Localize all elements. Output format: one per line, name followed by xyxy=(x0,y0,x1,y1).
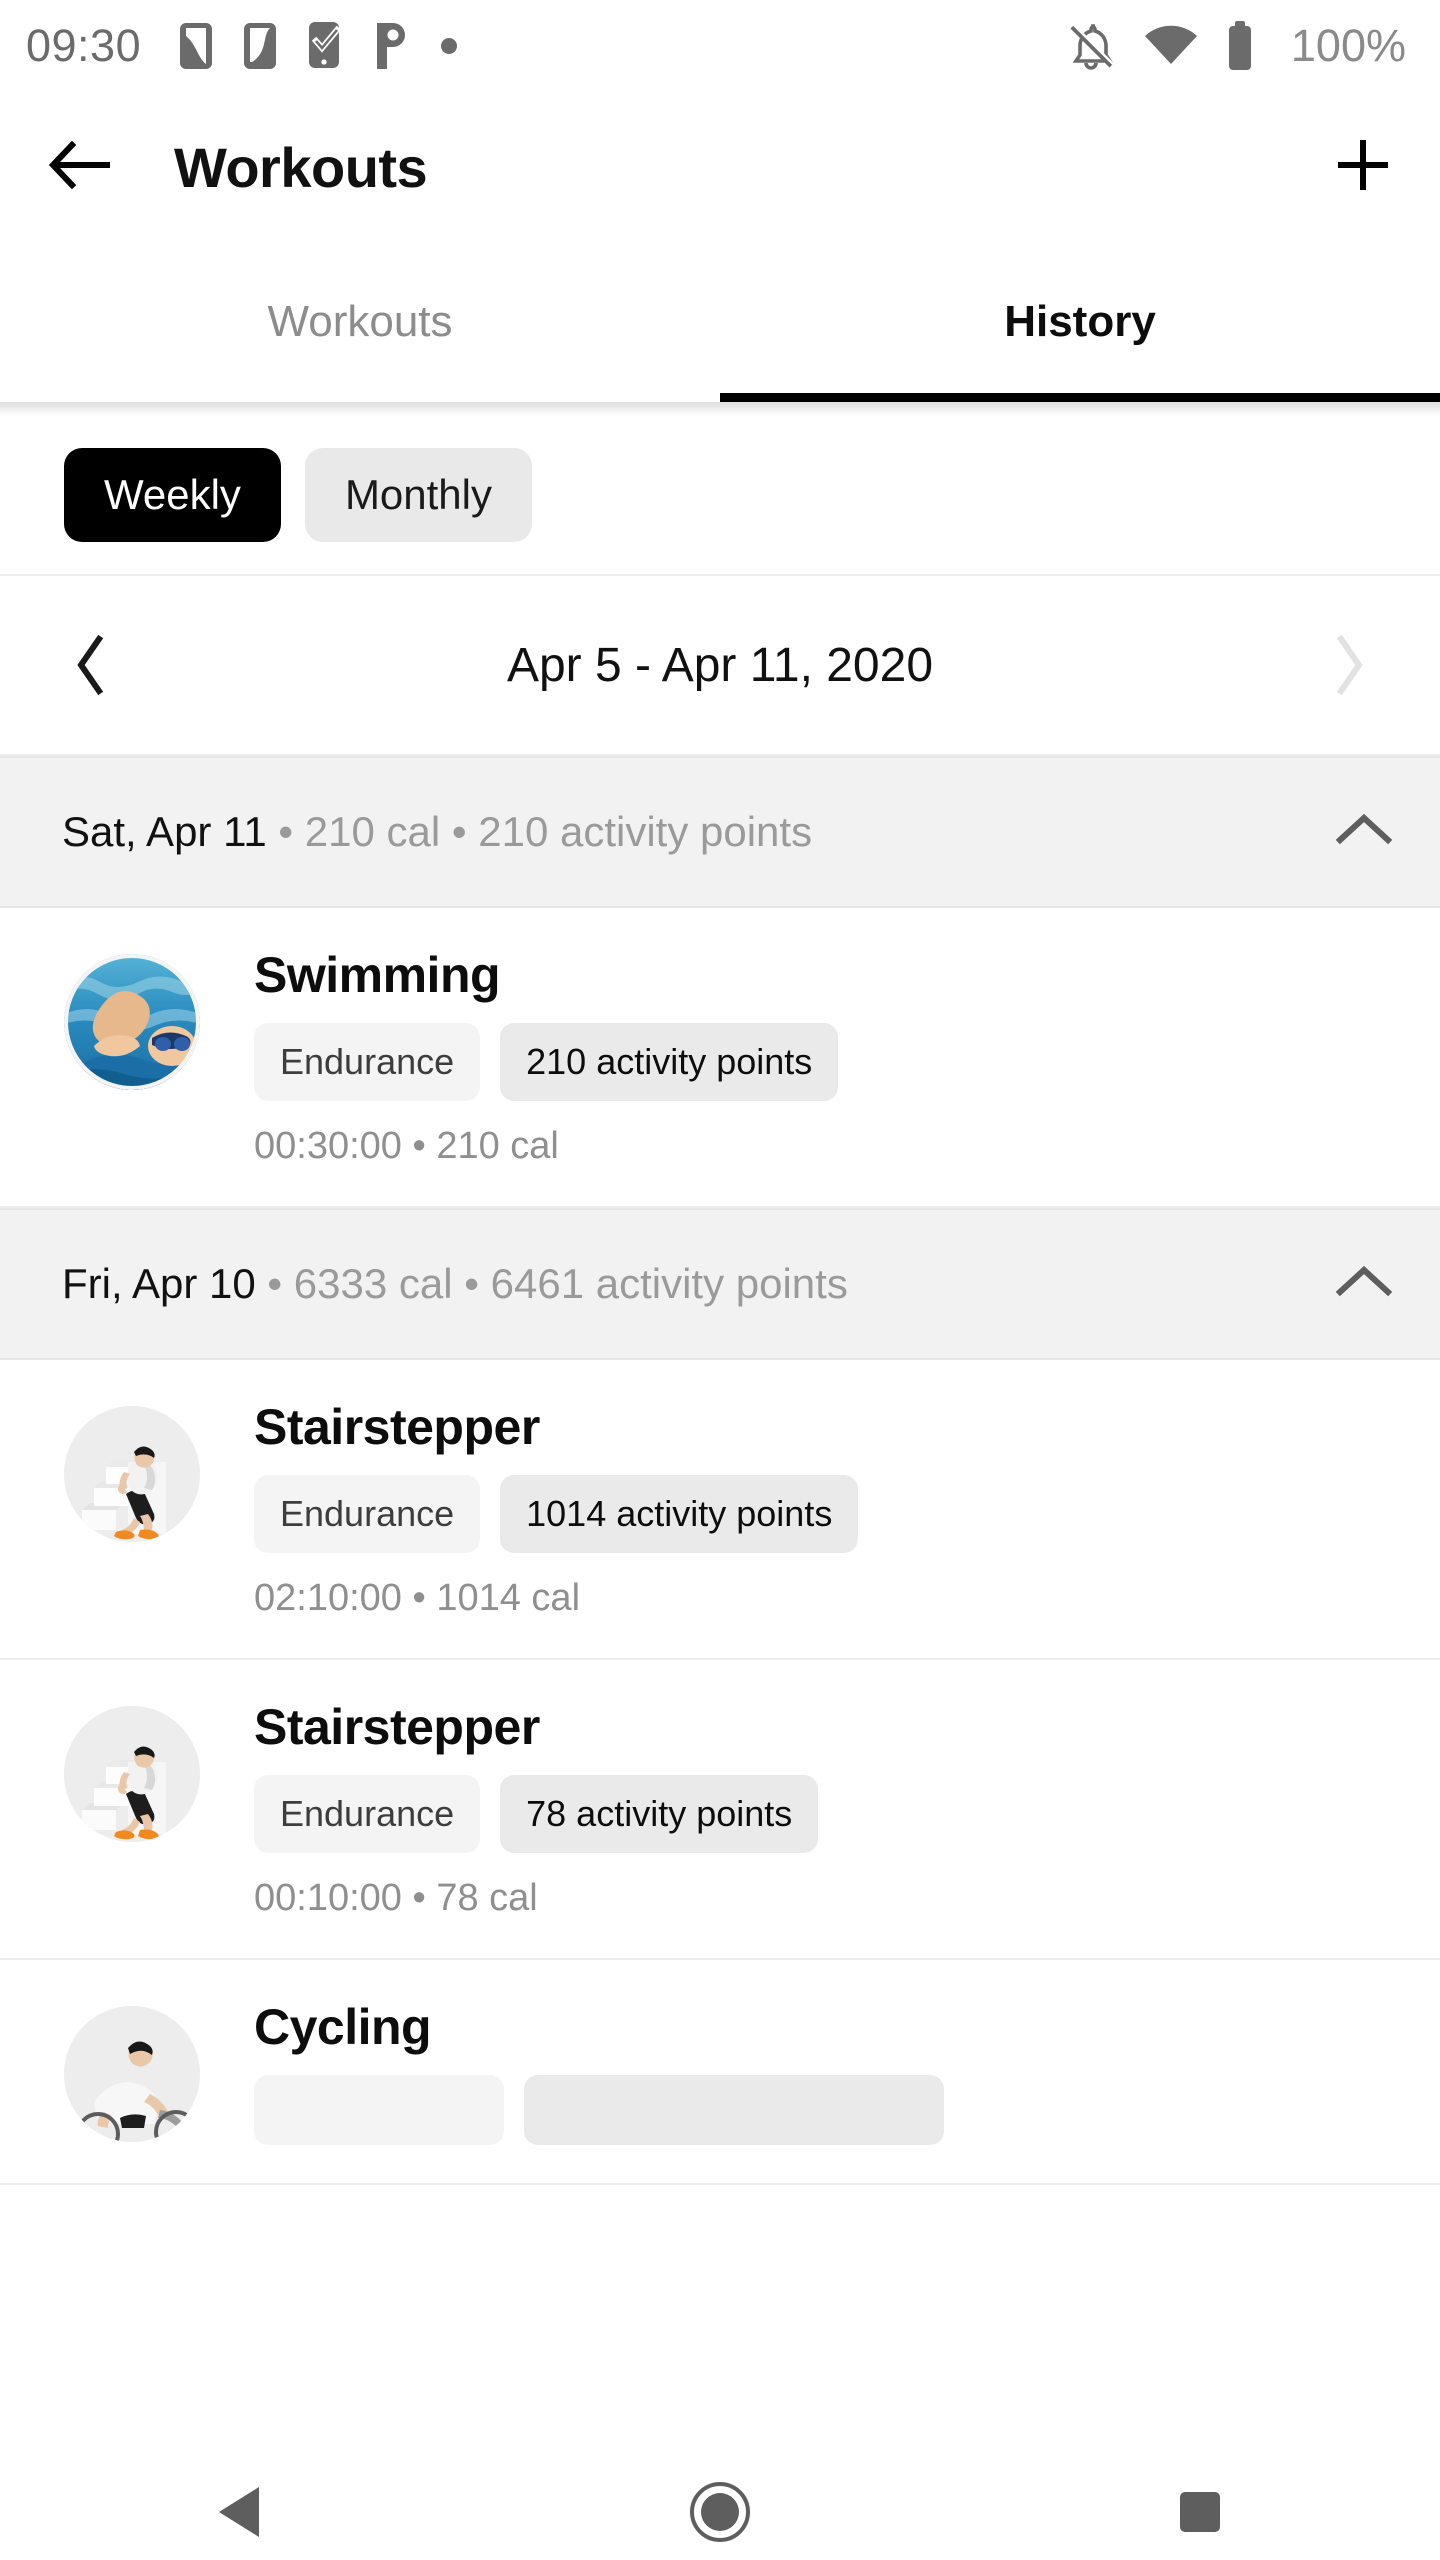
active-tab-indicator xyxy=(720,393,1440,402)
period-option-weekly-label: Weekly xyxy=(104,471,241,518)
workout-title: Cycling xyxy=(254,1999,432,2055)
tab-workouts[interactable]: Workouts xyxy=(0,242,720,402)
chevron-up-icon xyxy=(1335,1265,1393,1296)
workout-chip-group: Endurance 1014 activity points xyxy=(254,1475,1392,1553)
period-toggle-group: Weekly Monthly xyxy=(0,416,1440,576)
day-date-label: Fri, Apr 10 xyxy=(62,1259,256,1307)
period-option-monthly-label: Monthly xyxy=(344,471,492,518)
notifications-off-icon xyxy=(1070,24,1114,70)
workout-row[interactable]: Stairstepper Endurance 78 activity point… xyxy=(0,1660,1440,1960)
workout-category-chip[interactable]: Endurance xyxy=(254,1475,481,1553)
page-title: Workouts xyxy=(174,135,428,199)
workout-details: Stairstepper Endurance 78 activity point… xyxy=(254,1700,1392,1920)
day-header[interactable]: Fri, Apr 10 • 6333 cal • 6461 activity p… xyxy=(0,1208,1440,1360)
day-collapse-button[interactable] xyxy=(1332,1262,1396,1307)
dot-icon xyxy=(441,38,458,54)
day-header-text: Sat, Apr 11 • 210 cal • 210 activity poi… xyxy=(62,807,1332,857)
nav-back-button[interactable] xyxy=(140,2483,340,2541)
period-option-monthly[interactable]: Monthly xyxy=(304,448,532,542)
add-workout-button[interactable] xyxy=(1334,136,1392,199)
tab-history-label: History xyxy=(1004,297,1156,346)
workout-row[interactable]: Swimming Endurance 210 activity points 0… xyxy=(0,908,1440,1208)
chevron-right-icon xyxy=(1336,634,1363,696)
stairstepper-avatar-art xyxy=(64,1406,200,1542)
swimming-photo-icon xyxy=(64,954,200,1090)
workout-chip-group: Endurance 210 activity points xyxy=(254,1023,1392,1101)
tab-workouts-label: Workouts xyxy=(267,297,453,346)
date-range-label: Apr 5 - Apr 11, 2020 xyxy=(506,638,934,692)
workout-chip-group xyxy=(254,2075,1392,2145)
sim-card-icon xyxy=(180,23,213,69)
workout-points-chip[interactable]: 1014 activity points xyxy=(500,1475,859,1553)
workout-title: Stairstepper xyxy=(254,1399,540,1455)
stairstepper-photo-icon xyxy=(64,1706,200,1842)
workout-chip-group: Endurance 78 activity points xyxy=(254,1775,1392,1853)
workout-details: Cycling xyxy=(254,2000,1392,2145)
day-header[interactable]: Sat, Apr 11 • 210 cal • 210 activity poi… xyxy=(0,756,1440,908)
app-bar: Workouts xyxy=(0,92,1440,242)
workout-meta: 00:10:00 • 78 cal xyxy=(254,1877,538,1919)
letter-p-icon xyxy=(377,23,406,69)
status-bar-notification-icons xyxy=(179,21,459,71)
nav-recents-button[interactable] xyxy=(1100,2488,1300,2536)
phone-check-icon xyxy=(309,22,342,68)
workout-points-chip[interactable] xyxy=(524,2075,944,2145)
status-bar: 09:30 100% xyxy=(0,0,1440,92)
wifi-icon xyxy=(1144,25,1197,64)
arrow-back-icon xyxy=(48,140,110,189)
swimming-avatar-art xyxy=(64,954,200,1090)
stairstepper-photo-icon xyxy=(64,1406,200,1542)
tab-bar-shadow xyxy=(0,402,1440,416)
workout-title: Swimming xyxy=(254,947,501,1003)
workout-category-chip[interactable]: Endurance xyxy=(254,1775,481,1853)
circle-home-icon xyxy=(690,2482,750,2542)
day-meta-label: • 6333 cal • 6461 activity points xyxy=(255,1259,848,1307)
workout-title: Stairstepper xyxy=(254,1699,540,1755)
workout-category-chip[interactable]: Endurance xyxy=(254,1023,481,1101)
period-option-weekly[interactable]: Weekly xyxy=(64,448,281,542)
chevron-left-icon xyxy=(77,634,104,696)
next-week-button[interactable] xyxy=(1314,633,1384,697)
previous-week-button[interactable] xyxy=(56,633,126,697)
plus-icon xyxy=(1338,139,1388,190)
cycling-avatar-art xyxy=(64,2006,200,2142)
workout-points-chip[interactable]: 78 activity points xyxy=(500,1775,819,1853)
day-collapse-button[interactable] xyxy=(1332,810,1396,855)
day-header-text: Fri, Apr 10 • 6333 cal • 6461 activity p… xyxy=(62,1259,1332,1309)
day-date-label: Sat, Apr 11 xyxy=(62,807,267,855)
chevron-up-icon xyxy=(1335,813,1393,844)
stairstepper-avatar-art xyxy=(64,1706,200,1842)
sim-card-icon xyxy=(244,23,277,69)
square-recents-icon xyxy=(1180,2492,1220,2532)
status-bar-clock: 09:30 xyxy=(26,20,142,71)
app-screen: 09:30 100% Workouts Workouts History Wee… xyxy=(0,0,1440,2560)
triangle-back-icon xyxy=(219,2487,259,2537)
day-meta-label: • 210 cal • 210 activity points xyxy=(266,807,813,855)
workout-meta: 00:30:00 • 210 cal xyxy=(254,1125,559,1167)
workout-details: Stairstepper Endurance 1014 activity poi… xyxy=(254,1400,1392,1620)
battery-full-icon xyxy=(1228,21,1251,70)
workout-points-chip[interactable]: 210 activity points xyxy=(500,1023,839,1101)
battery-percent-label: 100% xyxy=(1290,20,1406,71)
android-nav-bar xyxy=(0,2464,1440,2560)
tab-bar: Workouts History xyxy=(0,242,1440,402)
workout-details: Swimming Endurance 210 activity points 0… xyxy=(254,948,1392,1168)
workout-category-chip[interactable] xyxy=(254,2075,504,2145)
cycling-photo-icon xyxy=(64,2006,200,2142)
history-list[interactable]: Sat, Apr 11 • 210 cal • 210 activity poi… xyxy=(0,756,1440,2185)
workout-row[interactable]: Cycling xyxy=(0,1960,1440,2185)
nav-home-button[interactable] xyxy=(620,2480,820,2544)
workout-row[interactable]: Stairstepper Endurance 1014 activity poi… xyxy=(0,1360,1440,1660)
status-bar-system-icons: 100% xyxy=(1065,20,1406,72)
back-button[interactable] xyxy=(48,137,112,198)
workout-meta: 02:10:00 • 1014 cal xyxy=(254,1577,581,1619)
tab-history[interactable]: History xyxy=(720,242,1440,402)
date-range-navigator: Apr 5 - Apr 11, 2020 xyxy=(0,576,1440,756)
